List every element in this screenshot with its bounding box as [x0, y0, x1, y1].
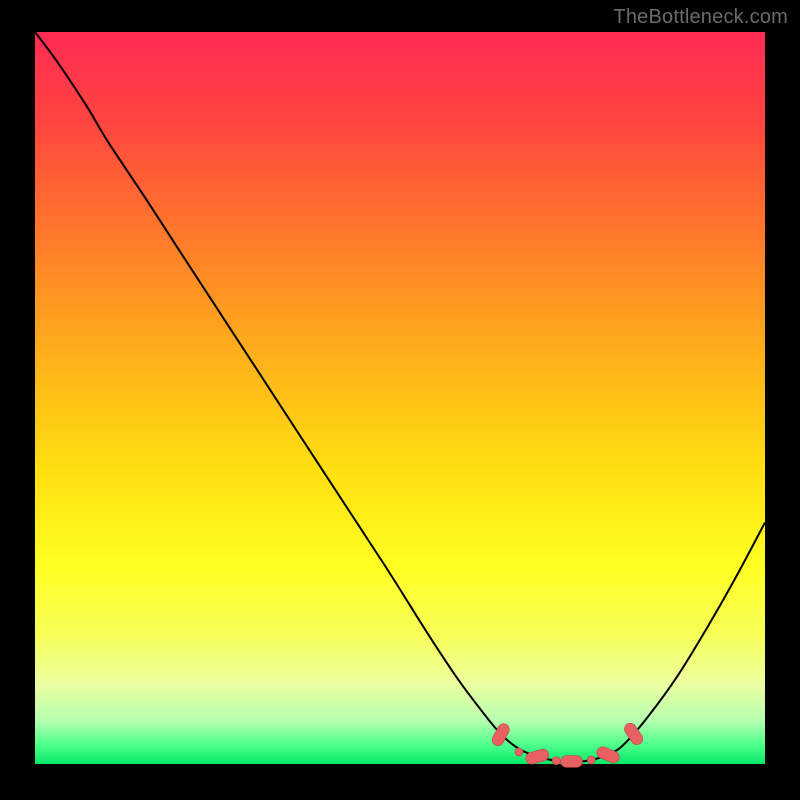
plot-area — [35, 32, 765, 764]
curve-markers — [35, 32, 765, 764]
watermark-text: TheBottleneck.com — [613, 6, 788, 29]
